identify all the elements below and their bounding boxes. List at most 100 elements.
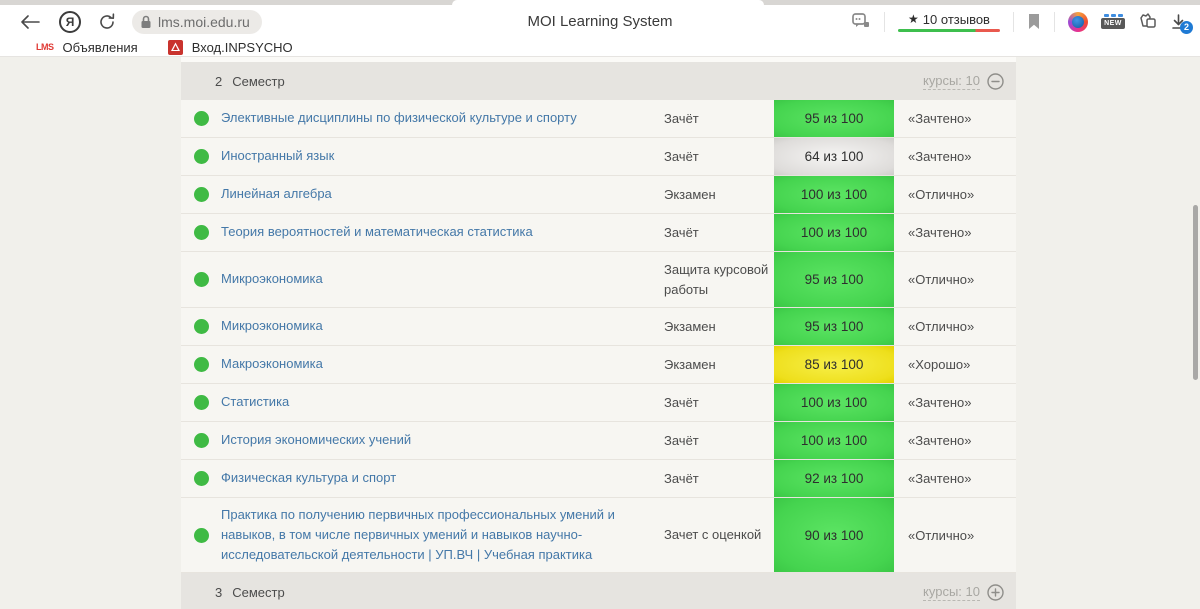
assessment-type: Зачёт <box>664 223 774 243</box>
extension-browser-icon[interactable] <box>1068 12 1088 32</box>
grade-text: «Зачтено» <box>894 433 1016 448</box>
assessment-type: Зачёт <box>664 469 774 489</box>
status-dot-cell <box>181 319 221 334</box>
url-text: lms.moi.edu.ru <box>158 14 250 30</box>
course-row: Микроэкономика Защита курсовой работы 95… <box>181 252 1016 308</box>
course-row: Физическая культура и спорт Зачёт 92 из … <box>181 460 1016 498</box>
status-dot-cell <box>181 187 221 202</box>
status-dot-icon <box>194 187 209 202</box>
reviews-rating[interactable]: ★ 10 отзывов <box>898 12 1000 32</box>
status-dot-icon <box>194 395 209 410</box>
course-row: Элективные дисциплины по физической куль… <box>181 100 1016 138</box>
grade-text: «Зачтено» <box>894 111 1016 126</box>
status-dot-cell <box>181 111 221 126</box>
course-row: История экономических учений Зачёт 100 и… <box>181 422 1016 460</box>
grade-text: «Отлично» <box>894 319 1016 334</box>
bookmark-announcements[interactable]: LMS Объявления <box>36 40 138 55</box>
semester-label: Семестр <box>232 585 284 600</box>
score-badge: 100 из 100 <box>774 422 894 459</box>
score-badge: 64 из 100 <box>774 138 894 175</box>
course-link[interactable]: Макроэкономика <box>221 354 664 374</box>
browser-toolbar: Я lms.moi.edu.ru MOI Learning System ★ 1… <box>0 5 1200 38</box>
scrollbar-thumb[interactable] <box>1193 205 1198 380</box>
back-button[interactable] <box>20 15 40 29</box>
grade-text: «Зачтено» <box>894 225 1016 240</box>
rating-bar <box>898 29 1000 32</box>
lock-icon <box>140 15 152 29</box>
grade-text: «Отлично» <box>894 272 1016 287</box>
status-dot-icon <box>194 471 209 486</box>
status-dot-cell <box>181 149 221 164</box>
lms-favicon: LMS <box>36 42 54 52</box>
course-link[interactable]: Элективные дисциплины по физической куль… <box>221 108 664 128</box>
status-dot-icon <box>194 357 209 372</box>
assessment-type: Зачет с оценкой <box>664 525 774 545</box>
grade-text: «Зачтено» <box>894 149 1016 164</box>
protect-chat-icon[interactable] <box>852 13 871 30</box>
refresh-button[interactable] <box>98 13 116 31</box>
course-row: Макроэкономика Экзамен 85 из 100 «Хорошо… <box>181 346 1016 384</box>
course-row: Линейная алгебра Экзамен 100 из 100 «Отл… <box>181 176 1016 214</box>
score-badge: 95 из 100 <box>774 308 894 345</box>
course-link[interactable]: Теория вероятностей и математическая ста… <box>221 222 664 242</box>
collapse-section-icon[interactable] <box>987 73 1004 90</box>
status-dot-icon <box>194 433 209 448</box>
courses-count-link[interactable]: курсы: 10 <box>923 73 980 90</box>
assessment-type: Зачёт <box>664 393 774 413</box>
course-link[interactable]: Линейная алгебра <box>221 184 664 204</box>
assessment-type: Зачёт <box>664 109 774 129</box>
downloads-button[interactable]: 2 <box>1171 14 1186 30</box>
new-badge: NEW <box>1101 18 1125 29</box>
status-dot-icon <box>194 272 209 287</box>
bookmark-inpsycho[interactable]: Вход.INPSYCHO <box>168 40 293 55</box>
reviews-count: 10 отзывов <box>923 12 990 27</box>
expand-section-icon[interactable] <box>987 584 1004 601</box>
grade-text: «Отлично» <box>894 187 1016 202</box>
course-rows: Элективные дисциплины по физической куль… <box>181 100 1016 573</box>
semester-label: Семестр <box>232 74 284 89</box>
score-badge: 85 из 100 <box>774 346 894 383</box>
course-link[interactable]: Физическая культура и спорт <box>221 468 664 488</box>
bookmark-flag-icon[interactable] <box>1027 13 1041 30</box>
collections-icon[interactable] <box>1138 13 1158 30</box>
status-dot-icon <box>194 149 209 164</box>
bookmarks-bar: LMS Объявления Вход.INPSYCHO <box>0 38 1200 57</box>
status-dot-cell <box>181 272 221 287</box>
course-row: Микроэкономика Экзамен 95 из 100 «Отличн… <box>181 308 1016 346</box>
semester-2-header: 2 Семестр курсы: 10 <box>181 62 1016 100</box>
score-badge: 92 из 100 <box>774 460 894 497</box>
grade-text: «Хорошо» <box>894 357 1016 372</box>
new-extension-icon[interactable]: NEW <box>1101 14 1125 29</box>
grade-text: «Зачтено» <box>894 395 1016 410</box>
course-link[interactable]: Микроэкономика <box>221 316 664 336</box>
status-dot-cell <box>181 225 221 240</box>
courses-count-link[interactable]: курсы: 10 <box>923 584 980 601</box>
inpsycho-favicon <box>168 40 183 55</box>
score-badge: 100 из 100 <box>774 176 894 213</box>
course-link[interactable]: История экономических учений <box>221 430 664 450</box>
semester-3-header: 3 Семестр курсы: 10 <box>181 573 1016 609</box>
score-badge: 100 из 100 <box>774 214 894 251</box>
course-link[interactable]: Практика по получению первичных професси… <box>221 505 664 565</box>
toolbar-divider <box>884 12 885 32</box>
score-badge: 95 из 100 <box>774 100 894 137</box>
course-link[interactable]: Иностранный язык <box>221 146 664 166</box>
grade-text: «Зачтено» <box>894 471 1016 486</box>
course-link[interactable]: Микроэкономика <box>221 269 664 289</box>
grades-panel: 2 Семестр курсы: 10 Элективные дисциплин… <box>181 57 1016 609</box>
course-row: Теория вероятностей и математическая ста… <box>181 214 1016 252</box>
assessment-type: Зачёт <box>664 431 774 451</box>
address-bar[interactable]: lms.moi.edu.ru <box>132 10 262 34</box>
download-count-badge: 2 <box>1180 21 1193 34</box>
bookmark-label: Вход.INPSYCHO <box>192 40 293 55</box>
course-row: Статистика Зачёт 100 из 100 «Зачтено» <box>181 384 1016 422</box>
score-badge: 100 из 100 <box>774 384 894 421</box>
yandex-browser-icon[interactable]: Я <box>59 11 81 33</box>
assessment-type: Зачёт <box>664 147 774 167</box>
status-dot-cell <box>181 471 221 486</box>
toolbar-divider <box>1054 12 1055 32</box>
course-row: Иностранный язык Зачёт 64 из 100 «Зачтен… <box>181 138 1016 176</box>
course-link[interactable]: Статистика <box>221 392 664 412</box>
assessment-type: Экзамен <box>664 355 774 375</box>
lms-page: 2 Семестр курсы: 10 Элективные дисциплин… <box>0 57 1200 609</box>
